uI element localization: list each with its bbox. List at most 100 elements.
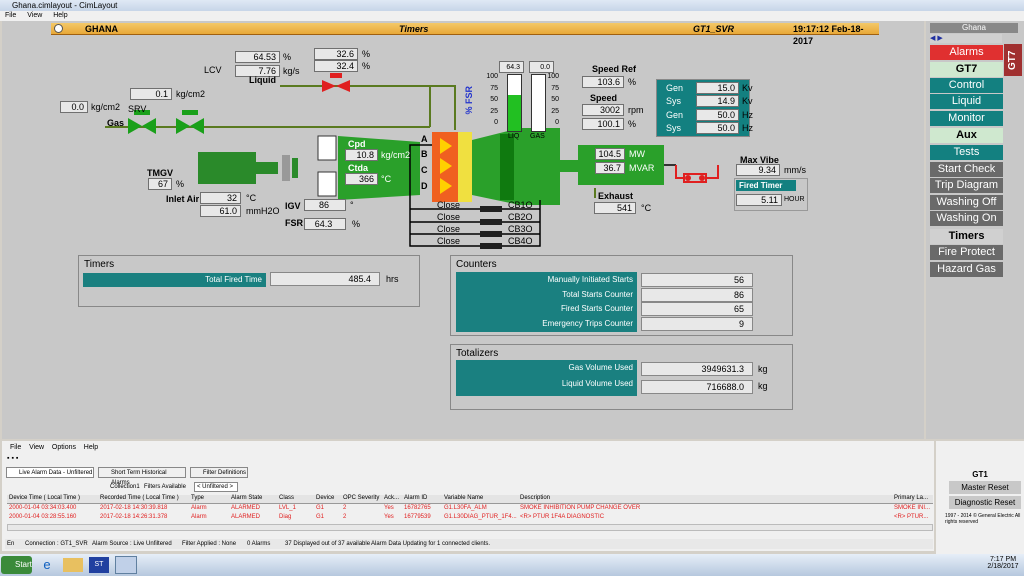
tab-live-alarms[interactable]: Live Alarm Data - Unfiltered [6, 467, 94, 478]
nav-timers[interactable]: Timers [930, 229, 1003, 244]
gen-row-3-value: 50.0 [696, 122, 739, 134]
alarm-menu-file[interactable]: File [10, 444, 21, 451]
nav-liquid[interactable]: Liquid [930, 94, 1003, 109]
alarm-row[interactable]: 2000-01-04 03:34:03.400 2017-02-18 14:30:… [7, 505, 933, 513]
col-opc-severity[interactable]: OPC Severity [343, 495, 379, 501]
status-displayed: 37 Displayed out of 37 available [285, 541, 371, 547]
alarm-status-bar: En Connection : GT1_SVR Alarm Source : L… [5, 539, 933, 549]
diagnostic-reset-button[interactable]: Diagnostic Reset [949, 496, 1021, 509]
back-icon[interactable]: ◀ [930, 35, 935, 42]
speed-pct-value: 100.1 [582, 118, 624, 130]
tmgv-value: 67 [148, 178, 172, 190]
nav-start-check[interactable]: Start Check [930, 162, 1003, 177]
alarm-menu-help[interactable]: Help [84, 444, 98, 451]
fsr-unit: % [352, 219, 361, 229]
gen-row-1-value: 14.9 [696, 95, 739, 107]
speed-ref-label: Speed Ref [592, 64, 637, 74]
col-device-time[interactable]: Device Time ( Local Time ) [9, 495, 80, 501]
nav-washing-on[interactable]: Washing On [930, 211, 1003, 226]
counter-value-0: 56 [641, 273, 753, 287]
alarm-row[interactable]: 2000-01-04 03:28:55.160 2017-02-18 14:26:… [7, 514, 933, 522]
lcv-kgs-unit: kg/s [283, 66, 300, 76]
gen-row-3-unit: Hz [742, 123, 753, 133]
chamber-d: D [421, 181, 428, 191]
breaker-3-name[interactable]: CB3O [508, 223, 533, 235]
status-source: Alarm Source : Live Unfiltered [92, 541, 172, 547]
master-reset-button[interactable]: Master Reset [949, 481, 1021, 494]
col-recorded-time[interactable]: Recorded Time ( Local Time ) [100, 495, 179, 501]
chamber-b: B [421, 149, 428, 159]
explorer-icon[interactable] [63, 558, 83, 572]
fsr-bar-label: % FSR [464, 86, 474, 115]
col-primary-label[interactable]: Primary La... [894, 495, 928, 501]
breaker-2-state: Close [437, 212, 461, 222]
save-icon[interactable]: ▪ [7, 455, 9, 462]
start-button[interactable]: Start [1, 556, 32, 574]
liquid-label: Liquid [249, 75, 276, 85]
counter-value-3: 9 [641, 317, 753, 331]
gas-bar [531, 74, 546, 132]
col-alarm-id[interactable]: Alarm ID [404, 495, 427, 501]
starter-motor [198, 152, 256, 184]
lcv-pct-unit: % [283, 52, 292, 62]
gas-bar-label: GAS [530, 133, 545, 140]
horizontal-scrollbar[interactable] [7, 524, 933, 531]
nav-hazard-gas[interactable]: Hazard Gas [930, 262, 1003, 277]
nav-gt7[interactable]: GT7 [930, 62, 1003, 77]
nav-tests[interactable]: Tests [930, 145, 1003, 160]
nav-washing-off[interactable]: Washing Off [930, 195, 1003, 210]
cimlayout-icon[interactable] [115, 556, 137, 574]
inlet-temp-value: 32 [200, 192, 241, 204]
gen-row-0-unit: Kv [742, 83, 753, 93]
tab-filter-definitions[interactable]: Filter Definitions [190, 467, 248, 478]
gas-label: Gas [107, 118, 125, 128]
gt7-tab[interactable]: GT7 [1004, 44, 1022, 76]
igv-label: IGV [285, 201, 301, 211]
counter-label-0: Manually Initiated Starts [547, 275, 633, 284]
breaker-1-name[interactable]: CB1O [508, 199, 533, 211]
alarm-menu-options[interactable]: Options [52, 444, 76, 451]
fired-timer-label: Fired Timer [736, 180, 796, 191]
alarm-menu-view[interactable]: View [29, 444, 44, 451]
ctda-unit: °C [381, 174, 392, 184]
col-description[interactable]: Description [520, 495, 550, 501]
filter-select[interactable]: < Unfiltered > [194, 482, 238, 492]
print-icon[interactable]: ▪ [16, 455, 18, 462]
col-type[interactable]: Type [191, 495, 204, 501]
gen-row-0-value: 15.0 [696, 82, 739, 94]
col-ack[interactable]: Ack... [384, 495, 399, 501]
open-icon[interactable]: ▪ [11, 455, 13, 462]
nav-monitor[interactable]: Monitor [930, 111, 1003, 126]
srv-unit: kg/cm2 [176, 89, 206, 99]
nav-toolbar: ◀ ▶ [930, 34, 1002, 43]
breaker-2-name[interactable]: CB2O [508, 211, 533, 223]
nav-aux[interactable]: Aux [930, 128, 1003, 143]
tab-short-term[interactable]: Short Term Historical Alarms [98, 467, 186, 486]
mw-unit: MW [629, 149, 645, 159]
nav-trip-diagram[interactable]: Trip Diagram [930, 178, 1003, 193]
col-alarm-state[interactable]: Alarm State [231, 495, 262, 501]
col-variable-name[interactable]: Variable Name [444, 495, 483, 501]
ctda-value: 366 [345, 173, 378, 185]
nav-control[interactable]: Control [930, 78, 1003, 93]
fsr-ticks-left: 100 75 50 25 0 [486, 73, 498, 126]
nav-fire-protect[interactable]: Fire Protect [930, 245, 1003, 260]
srv-value: 0.1 [130, 88, 172, 100]
exhaust-unit: °C [641, 203, 652, 213]
total-fired-time-unit: hrs [386, 274, 399, 284]
breaker-4-name[interactable]: CB4O [508, 235, 533, 247]
copyright: 1997 - 2014 © General Electric All right… [945, 513, 1021, 525]
status-connection: Connection : GT1_SVR [25, 541, 88, 547]
gen-row-1-unit: Kv [742, 96, 753, 106]
col-class[interactable]: Class [279, 495, 294, 501]
forward-icon[interactable]: ▶ [937, 35, 942, 42]
speed-pct-unit: % [628, 119, 637, 129]
inlet-temp-unit: °C [246, 193, 257, 203]
ie-icon[interactable]: e [37, 557, 57, 573]
toolbox-icon[interactable]: ST [89, 557, 109, 573]
gen-row-3-label: Sys [666, 123, 682, 133]
counter-label-3: Emergency Trips Counter [542, 319, 633, 328]
nav-alarms[interactable]: Alarms [930, 45, 1003, 60]
mw-value: 104.5 [595, 148, 625, 160]
col-device[interactable]: Device [316, 495, 334, 501]
